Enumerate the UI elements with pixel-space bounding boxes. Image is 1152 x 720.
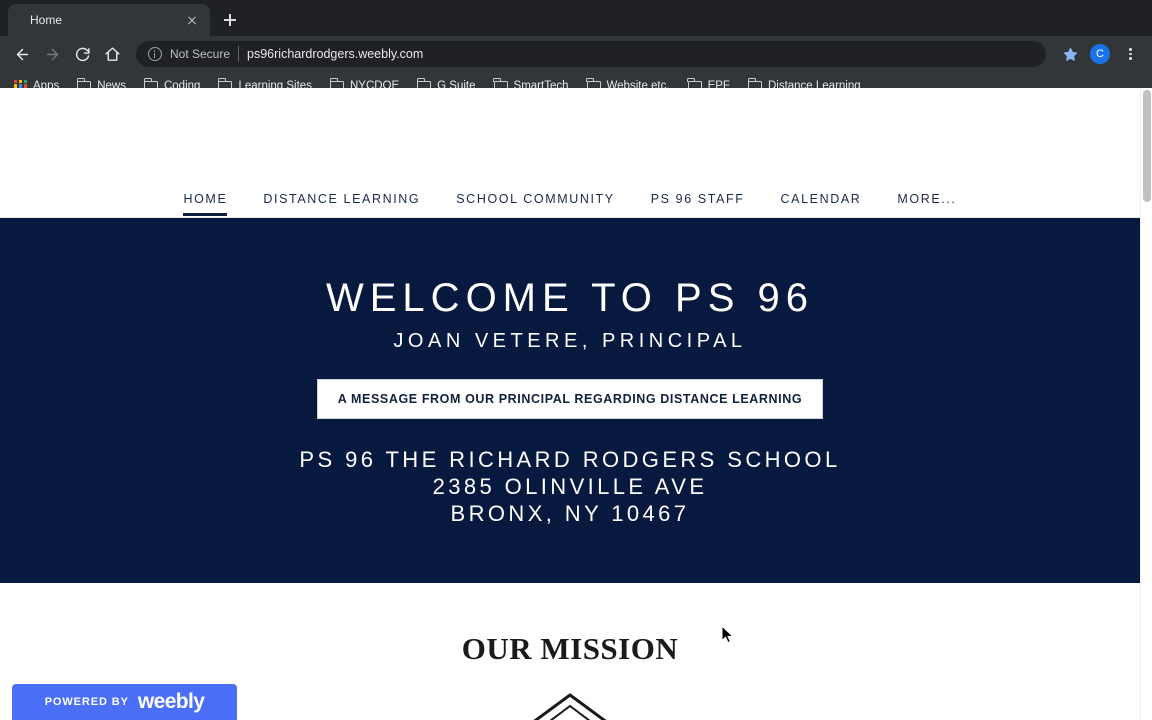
nav-item-distance-learning[interactable]: DISTANCE LEARNING (245, 180, 438, 218)
principal-message-button[interactable]: A MESSAGE FROM OUR PRINCIPAL REGARDING D… (316, 379, 824, 419)
bookmark-star-button[interactable] (1056, 40, 1084, 68)
weebly-logo: weebly (137, 690, 205, 713)
powered-by-weebly-badge[interactable]: POWERED BY weebly (12, 684, 237, 720)
nav-item-ps-96-staff[interactable]: PS 96 STAFF (633, 180, 763, 218)
forward-button[interactable] (38, 40, 66, 68)
address-bar[interactable]: Not Secure ps96richardrodgers.weebly.com (136, 41, 1046, 67)
info-circle-icon[interactable] (148, 47, 162, 61)
home-button[interactable] (98, 40, 126, 68)
nav-item-more[interactable]: MORE... (879, 180, 974, 218)
avatar: C (1090, 44, 1110, 64)
tab-strip: Home (0, 0, 1152, 36)
nav-label: MORE... (897, 191, 957, 206)
profile-button[interactable]: C (1086, 40, 1114, 68)
hero-subtitle: JOAN VETERE, PRINCIPAL (393, 330, 747, 352)
new-tab-button[interactable] (216, 6, 244, 34)
close-icon[interactable] (184, 12, 200, 28)
chrome-browser-window: Home Not Secure ps96richardrodgers.weebl… (0, 0, 1152, 720)
nav-label: DISTANCE LEARNING (263, 191, 421, 206)
home-icon (104, 46, 120, 61)
school-address: PS 96 THE RICHARD RODGERS SCHOOL 2385 OL… (0, 447, 1140, 527)
weebly-prefix: POWERED BY (44, 696, 129, 708)
kebab-menu-icon (1122, 46, 1138, 62)
nav-label: CALENDAR (780, 191, 862, 206)
weebly-site: HOME DISTANCE LEARNING SCHOOL COMMUNITY … (0, 88, 1140, 720)
browser-tab-home[interactable]: Home (8, 4, 210, 36)
address-line-1: PS 96 THE RICHARD RODGERS SCHOOL (299, 447, 841, 472)
site-navigation: HOME DISTANCE LEARNING SCHOOL COMMUNITY … (0, 180, 1140, 218)
crest-diamond-icon (534, 693, 606, 720)
back-button[interactable] (8, 40, 36, 68)
nav-label: SCHOOL COMMUNITY (456, 191, 615, 206)
url-text: ps96richardrodgers.weebly.com (247, 47, 424, 61)
forward-arrow-icon (46, 48, 58, 60)
scrollbar-thumb[interactable] (1143, 90, 1151, 202)
nav-label: HOME (183, 191, 228, 206)
security-status: Not Secure (170, 47, 231, 61)
hero-title: WELCOME TO PS 96 (326, 276, 814, 320)
nav-item-school-community[interactable]: SCHOOL COMMUNITY (438, 180, 632, 218)
site-logo-header (0, 88, 1140, 180)
omnibox-divider (238, 46, 240, 62)
address-line-2: 2385 OLINVILLE AVE (432, 473, 708, 499)
nav-item-calendar[interactable]: CALENDAR (763, 180, 880, 218)
mission-title: OUR MISSION (461, 631, 679, 667)
chrome-menu-button[interactable] (1116, 40, 1144, 68)
browser-toolbar: Not Secure ps96richardrodgers.weebly.com… (0, 36, 1152, 72)
page-scrollbar[interactable] (1140, 88, 1152, 720)
nav-label: PS 96 STAFF (650, 191, 745, 206)
star-icon (1063, 47, 1077, 61)
back-arrow-icon (16, 48, 28, 60)
mouse-cursor (721, 625, 735, 644)
nav-item-home[interactable]: HOME (165, 180, 245, 218)
page-viewport: HOME DISTANCE LEARNING SCHOOL COMMUNITY … (0, 88, 1152, 720)
hero-banner: WELCOME TO PS 96 JOAN VETERE, PRINCIPAL … (0, 218, 1140, 584)
tab-title: Home (30, 13, 63, 27)
address-line-3: BRONX, NY 10467 (450, 500, 690, 526)
reload-button[interactable] (68, 40, 96, 68)
reload-icon (75, 47, 90, 61)
